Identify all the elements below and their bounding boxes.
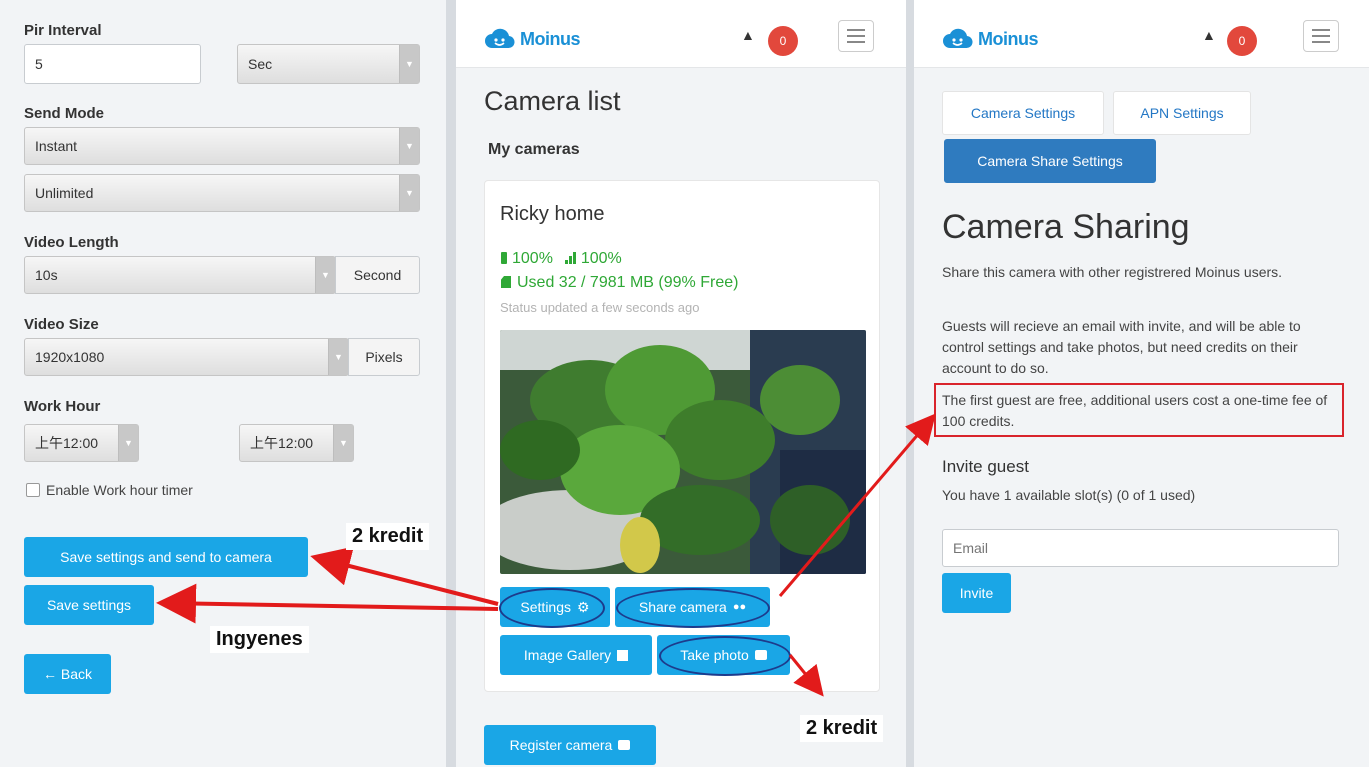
camera-name: Ricky home — [500, 203, 605, 225]
chevron-down-icon: ▼ — [315, 257, 335, 293]
enable-timer-checkbox[interactable] — [26, 483, 40, 497]
moinus-logo[interactable]: Moinus — [484, 28, 581, 50]
moinus-logo[interactable]: Moinus — [942, 28, 1039, 50]
send-mode-label: Send Mode — [24, 105, 105, 122]
status-updated: Status updated a few seconds ago — [500, 300, 700, 315]
limit-select[interactable]: Unlimited ▼ — [24, 174, 420, 212]
chevron-down-icon: ▼ — [399, 45, 419, 83]
register-camera-button[interactable]: Register camera — [484, 725, 656, 765]
send-mode-select[interactable]: Instant ▼ — [24, 127, 420, 165]
video-size-value: 1920x1080 — [35, 349, 105, 365]
work-hour-start-select[interactable]: 上午12:00 ▼ — [24, 424, 139, 462]
tab-camera-share-settings[interactable]: Camera Share Settings — [944, 139, 1156, 183]
highlight-box — [934, 383, 1344, 437]
page-title: Camera list — [484, 86, 621, 116]
storage-status: Used 32 / 7981 MB (99% Free) — [501, 274, 738, 292]
chevron-down-icon: ▼ — [118, 425, 138, 461]
hamburger-menu-icon[interactable] — [1303, 20, 1339, 52]
photo-highlight-oval — [659, 636, 791, 676]
share-highlight-oval — [616, 588, 770, 628]
video-size-select[interactable]: 1920x1080 ▼ — [24, 338, 349, 376]
logo-text: Moinus — [520, 28, 581, 49]
signal-value: 100% — [580, 250, 622, 267]
plant-photo — [500, 330, 866, 574]
notification-badge[interactable]: 0 — [768, 26, 798, 56]
gallery-label: Image Gallery — [523, 647, 612, 663]
panel-divider — [446, 0, 456, 767]
chevron-down-icon: ▼ — [399, 175, 419, 211]
camera-sharing-panel: Moinus ▲ 0 Camera Settings APN Settings … — [914, 0, 1369, 767]
video-length-value: 10s — [35, 267, 58, 283]
enable-timer-label: Enable Work hour timer — [46, 482, 193, 498]
settings-highlight-oval — [499, 588, 605, 628]
annotation-ingyenes: Ingyenes — [210, 626, 309, 653]
signal-icon — [565, 251, 577, 269]
panel-divider — [906, 0, 914, 767]
pir-unit-value: Sec — [248, 56, 273, 72]
register-label: Register camera — [509, 737, 613, 753]
sharing-title: Camera Sharing — [942, 208, 1190, 246]
tab-apn-settings[interactable]: APN Settings — [1113, 91, 1251, 135]
work-hour-end-select[interactable]: 上午12:00 ▼ — [239, 424, 354, 462]
guests-description: Guests will recieve an email with invite… — [942, 318, 1301, 376]
sharing-description: Share this camera with other registrered… — [942, 264, 1283, 280]
video-size-label: Video Size — [24, 316, 99, 333]
chevron-down-icon: ▼ — [333, 425, 353, 461]
tab-camera-settings[interactable]: Camera Settings — [942, 91, 1104, 135]
chevron-down-icon: ▼ — [399, 128, 419, 164]
video-length-select[interactable]: 10s ▼ — [24, 256, 336, 294]
invite-guest-title: Invite guest — [942, 457, 1029, 476]
gallery-icon — [617, 649, 629, 661]
cloud-logo-icon — [485, 28, 515, 49]
limit-value: Unlimited — [35, 185, 94, 201]
bell-icon[interactable]: ▲ — [741, 27, 755, 43]
sd-card-icon — [501, 276, 511, 288]
cloud-logo-icon — [943, 28, 973, 49]
storage-value: Used 32 / 7981 MB (99% Free) — [517, 274, 739, 291]
section-title: My cameras — [488, 141, 580, 158]
camera-icon — [618, 740, 631, 750]
invite-button[interactable]: Invite — [942, 573, 1011, 613]
chevron-down-icon: ▼ — [328, 339, 348, 375]
annotation-kredit-bottom: 2 kredit — [800, 715, 884, 742]
save-settings-button[interactable]: Save settings — [24, 585, 154, 625]
battery-icon — [501, 252, 507, 264]
battery-status: 100% 100% — [501, 250, 622, 269]
pir-interval-input[interactable]: 5 — [24, 44, 201, 84]
bell-icon[interactable]: ▲ — [1202, 27, 1216, 43]
email-input[interactable] — [942, 529, 1339, 567]
send-mode-value: Instant — [35, 138, 78, 154]
notification-badge[interactable]: 0 — [1227, 26, 1257, 56]
slots-info: You have 1 available slot(s) (0 of 1 use… — [942, 487, 1196, 503]
pir-interval-label: Pir Interval — [24, 22, 102, 39]
hamburger-menu-icon[interactable] — [838, 20, 874, 52]
work-hour-end-value: 上午12:00 — [250, 435, 314, 451]
camera-snapshot[interactable] — [500, 330, 866, 574]
battery-value: 100% — [512, 250, 553, 267]
pir-unit-select[interactable]: Sec ▼ — [237, 44, 420, 84]
work-hour-label: Work Hour — [24, 398, 101, 415]
top-navbar: Moinus ▲ 0 — [914, 0, 1369, 68]
video-length-unit: Second — [335, 256, 420, 294]
top-navbar: Moinus ▲ 0 — [456, 0, 906, 68]
logo-text: Moinus — [978, 28, 1039, 49]
image-gallery-button[interactable]: Image Gallery — [500, 635, 652, 675]
save-and-send-button[interactable]: Save settings and send to camera — [24, 537, 308, 577]
annotation-kredit-top: 2 kredit — [346, 523, 430, 550]
work-hour-start-value: 上午12:00 — [35, 435, 99, 451]
video-size-unit: Pixels — [348, 338, 420, 376]
back-button[interactable]: ← Back — [24, 654, 111, 694]
video-length-label: Video Length — [24, 234, 119, 251]
